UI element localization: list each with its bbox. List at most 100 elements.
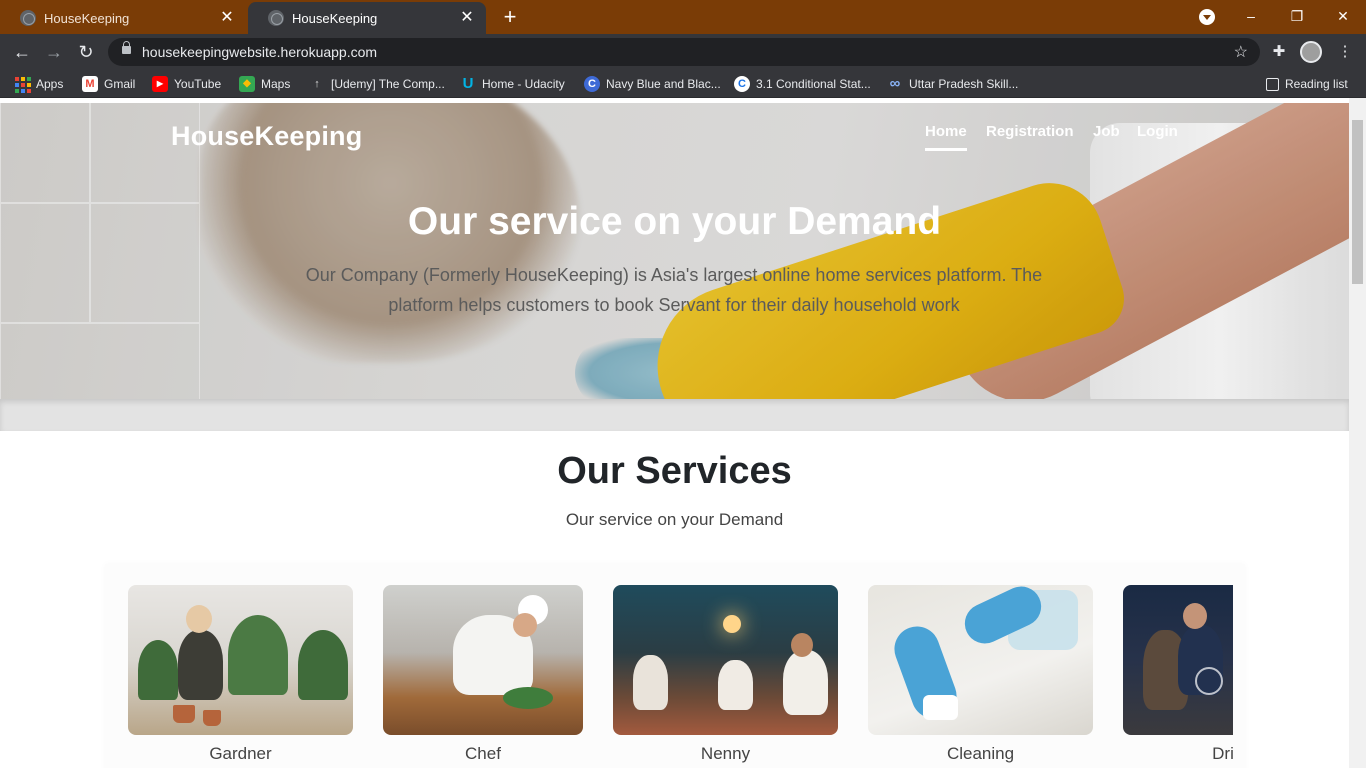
browser-tab[interactable]: HouseKeeping ✕: [0, 2, 246, 34]
head-shape: [791, 633, 813, 657]
reading-list-label: Reading list: [1285, 77, 1348, 91]
service-label: Nenny: [700, 744, 751, 763]
bookmark-label: 3.1 Conditional Stat...: [756, 77, 871, 91]
hero-banner: HouseKeeping Home Registration Job Login…: [0, 103, 1349, 399]
bookmark-udacity[interactable]: U Home - Udacity: [460, 75, 565, 93]
canva-icon: C: [584, 76, 600, 92]
plant-shape: [298, 630, 348, 700]
globe-icon: [268, 10, 284, 26]
tab-search-icon[interactable]: [1199, 9, 1215, 25]
salad-shape: [503, 687, 553, 709]
profile-avatar[interactable]: [1300, 41, 1322, 63]
bookmark-youtube[interactable]: ▶ YouTube: [152, 75, 221, 93]
browser-toolbar: ← → ↻ housekeepingwebsite.herokuapp.com …: [0, 34, 1366, 70]
bookmark-label: Uttar Pradesh Skill...: [909, 77, 1019, 91]
url-text[interactable]: housekeepingwebsite.herokuapp.com: [142, 44, 377, 60]
apps-grid-icon: [14, 76, 31, 93]
service-card-nenny[interactable]: Nenny: [613, 585, 838, 764]
cleaning-image: [868, 585, 1093, 735]
close-tab-icon[interactable]: ✕: [218, 9, 236, 27]
bookmark-gmail[interactable]: M Gmail: [82, 75, 135, 93]
bookmark-apps[interactable]: Apps: [14, 75, 63, 93]
bookmark-label: YouTube: [174, 77, 222, 91]
pot-shape: [173, 705, 195, 723]
service-label: Cleaning: [946, 744, 1015, 763]
head-shape: [186, 605, 212, 633]
bookmark-label: Apps: [36, 77, 64, 91]
bookmark-label: Navy Blue and Blac...: [606, 77, 721, 91]
maps-icon: ◆: [239, 76, 255, 92]
services-subtitle: Our service on your Demand: [565, 510, 784, 529]
minimize-button[interactable]: –: [1228, 0, 1274, 34]
back-icon[interactable]: ←: [10, 40, 34, 64]
close-tab-icon[interactable]: ✕: [458, 9, 476, 27]
close-window-button[interactable]: ✕: [1320, 0, 1366, 34]
nav-login[interactable]: Login: [1137, 123, 1178, 140]
address-bar[interactable]: housekeepingwebsite.herokuapp.com ☆: [108, 38, 1260, 66]
bookmark-conditional-stat[interactable]: C 3.1 Conditional Stat...: [734, 75, 871, 93]
hero-title: Our service on your Demand: [407, 200, 942, 243]
gardner-image: [128, 585, 353, 735]
site-logo[interactable]: HouseKeeping: [171, 121, 362, 152]
page-scrollbar[interactable]: [1349, 98, 1366, 768]
cloth-shape: [923, 695, 958, 720]
child-shape: [633, 655, 668, 710]
service-card-chef[interactable]: Chef: [383, 585, 583, 764]
hero-description: Our Company (Formerly HouseKeeping) is A…: [305, 265, 1043, 315]
scrollbar-thumb[interactable]: [1352, 120, 1363, 284]
hero-bottom-strip: [0, 399, 1349, 431]
globe-icon: [20, 10, 36, 26]
nav-home[interactable]: Home: [925, 123, 967, 151]
gmail-icon: M: [82, 76, 98, 92]
bookmark-uttar-pradesh[interactable]: ∞ Uttar Pradesh Skill...: [887, 75, 1019, 93]
service-label: Gardner: [209, 744, 272, 763]
child-shape: [718, 660, 753, 710]
nav-job[interactable]: Job: [1093, 123, 1120, 140]
restore-button[interactable]: ❐: [1274, 0, 1320, 34]
service-card-cleaning[interactable]: Cleaning: [868, 585, 1093, 764]
reload-icon[interactable]: ↻: [74, 40, 98, 64]
head-shape: [1183, 603, 1207, 629]
chef-image: [383, 585, 583, 735]
nanny-shape: [783, 650, 828, 715]
tab-title: HouseKeeping: [44, 10, 130, 26]
link-icon: ∞: [889, 75, 901, 92]
bookmark-label: Gmail: [104, 77, 136, 91]
udacity-icon: U: [462, 75, 474, 92]
person-shape: [178, 630, 223, 700]
nav-registration[interactable]: Registration: [986, 123, 1074, 140]
reading-list-button[interactable]: Reading list: [1266, 75, 1348, 93]
head-shape: [513, 613, 537, 637]
bookmark-maps[interactable]: ◆ Maps: [239, 75, 290, 93]
service-label: Dri: [1212, 744, 1234, 763]
forward-icon[interactable]: →: [42, 40, 66, 64]
browser-tab-strip: HouseKeeping ✕ HouseKeeping ✕ + – ❐ ✕: [0, 0, 1366, 34]
service-card-driver[interactable]: Dri: [1123, 585, 1245, 764]
bookmark-star-icon[interactable]: ☆: [1234, 42, 1248, 62]
bookmark-navy-blue[interactable]: C Navy Blue and Blac...: [584, 75, 721, 93]
services-carousel[interactable]: Gardner Chef Nenny Cleaning Dri: [105, 564, 1245, 768]
plant-shape: [138, 640, 178, 700]
bookmarks-bar: Apps M Gmail ▶ YouTube ◆ Maps ↑ [Udemy] …: [0, 70, 1366, 98]
service-card-gardner[interactable]: Gardner: [128, 585, 353, 764]
page-viewport: HouseKeeping Home Registration Job Login…: [0, 98, 1349, 768]
new-tab-button[interactable]: +: [498, 5, 522, 29]
bookmark-label: Home - Udacity: [482, 77, 565, 91]
nenny-image: [613, 585, 838, 735]
services-title: Our Services: [557, 450, 792, 492]
carousel-next-icon[interactable]: [1195, 667, 1223, 695]
service-label: Chef: [465, 744, 501, 763]
udemy-icon: ↑: [314, 78, 320, 90]
pot-shape: [203, 710, 221, 726]
bookmark-udemy[interactable]: ↑ [Udemy] The Comp...: [309, 75, 445, 93]
lamp-shape: [723, 615, 741, 633]
lock-icon[interactable]: [122, 41, 131, 54]
menu-dots-icon[interactable]: ⋮: [1334, 41, 1356, 63]
plant-shape: [228, 615, 288, 695]
driver-image: [1123, 585, 1233, 735]
browser-tab-active[interactable]: HouseKeeping ✕: [248, 2, 486, 34]
codechef-icon: C: [734, 76, 750, 92]
extensions-puzzle-icon[interactable]: ✚: [1268, 41, 1290, 63]
bookmark-label: [Udemy] The Comp...: [331, 77, 445, 91]
tab-title: HouseKeeping: [292, 10, 378, 26]
